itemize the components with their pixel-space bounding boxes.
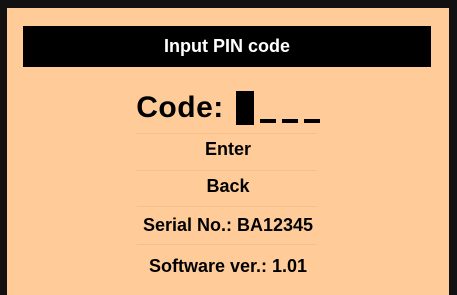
pin-code-label: Code: <box>136 91 224 124</box>
pin-digit-slot-cursor[interactable] <box>235 91 254 125</box>
pin-entry-screen: Input PIN code Code: Enter Back Serial N… <box>0 0 457 295</box>
pin-code-field[interactable]: Code: <box>7 86 449 130</box>
pin-digit-slots[interactable] <box>235 91 320 125</box>
pin-digit-slot[interactable] <box>281 119 298 123</box>
screen-title: Input PIN code <box>23 26 431 67</box>
back-button[interactable]: Back <box>7 171 449 201</box>
divider <box>137 244 317 245</box>
enter-button[interactable]: Enter <box>7 134 449 164</box>
pin-digit-slot[interactable] <box>303 119 320 123</box>
serial-number: Serial No.: BA12345 <box>142 215 314 235</box>
divider <box>137 206 317 207</box>
software-version: Software ver.: 1.01 <box>148 256 308 276</box>
pin-digit-slot[interactable] <box>259 119 276 123</box>
